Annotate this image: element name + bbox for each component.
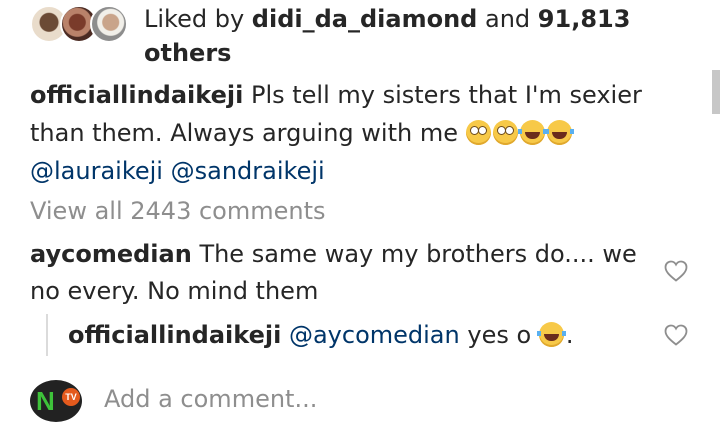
- post-caption: officiallindaikeji Pls tell my sisters t…: [30, 76, 700, 190]
- view-all-comments-link[interactable]: View all 2443 comments: [30, 194, 326, 228]
- heart-icon[interactable]: [664, 324, 688, 346]
- comment-username[interactable]: aycomedian: [30, 240, 192, 268]
- liker-username[interactable]: didi_da_diamond: [252, 5, 478, 33]
- caption-username[interactable]: officiallindaikeji: [30, 81, 243, 109]
- reply-username[interactable]: officiallindaikeji: [68, 321, 281, 349]
- likes-count[interactable]: 91,813: [538, 5, 631, 33]
- likes-prefix: Liked by: [144, 5, 245, 33]
- likes-and: and: [485, 5, 531, 33]
- mention-link[interactable]: @sandraikeji: [171, 157, 325, 185]
- likes-text[interactable]: Liked by didi_da_diamond and 91,813 othe…: [144, 2, 704, 70]
- rolling-eyes-emoji-icon: [492, 120, 518, 145]
- current-user-avatar[interactable]: N TV: [30, 380, 82, 422]
- likes-suffix[interactable]: others: [144, 39, 231, 67]
- reply-trailing: .: [565, 321, 574, 349]
- liker-avatars[interactable]: [30, 5, 130, 45]
- reply-item: officiallindaikeji @aycomedian yes o .: [68, 318, 628, 352]
- heart-icon[interactable]: [664, 260, 688, 282]
- comment-item: aycomedian The same way my brothers do..…: [30, 236, 650, 310]
- np-logo-icon: N: [36, 386, 55, 416]
- tears-of-joy-emoji-icon: [544, 120, 574, 145]
- avatar: [90, 5, 128, 43]
- likes-section: Liked by didi_da_diamond and 91,813 othe…: [30, 2, 710, 72]
- tears-of-joy-emoji-icon: [517, 120, 547, 145]
- reply-text: yes o: [467, 321, 532, 349]
- mention-link[interactable]: @lauraikeji: [30, 157, 163, 185]
- rolling-eyes-emoji-icon: [465, 120, 491, 145]
- add-comment-row: N TV: [30, 378, 710, 422]
- add-comment-input[interactable]: [104, 382, 524, 416]
- tv-badge: TV: [62, 388, 80, 406]
- mention-link[interactable]: @aycomedian: [289, 321, 460, 349]
- rolling-laughing-emoji-icon: [536, 322, 566, 347]
- scrollbar[interactable]: [712, 70, 720, 114]
- reply-thread-line: [46, 314, 48, 356]
